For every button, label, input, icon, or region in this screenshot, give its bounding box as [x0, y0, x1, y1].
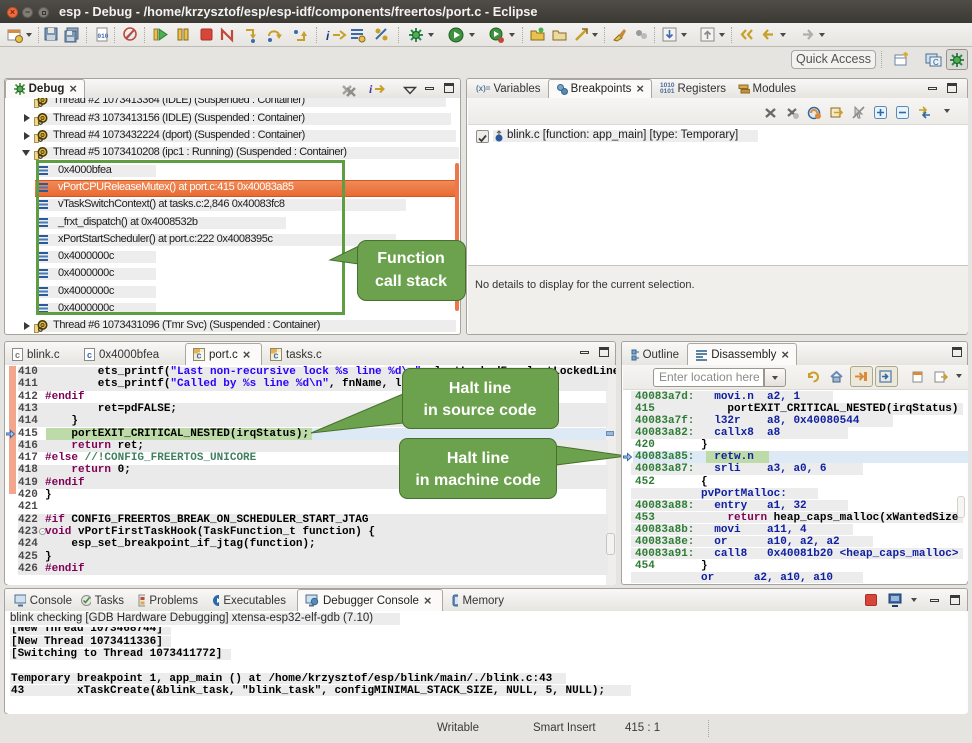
- svg-text:Function: Function: [377, 250, 445, 267]
- svg-text:i: i: [369, 82, 373, 95]
- svg-text:c: c: [274, 351, 279, 361]
- svg-text:in machine code: in machine code: [415, 472, 540, 489]
- svg-text:Halt line: Halt line: [449, 380, 511, 397]
- svg-text:call stack: call stack: [375, 273, 447, 290]
- svg-text:Halt line: Halt line: [447, 450, 509, 467]
- svg-text:C: C: [933, 58, 939, 67]
- svg-text:in source code: in source code: [424, 402, 537, 419]
- svg-text:c: c: [87, 350, 92, 360]
- svg-text:010: 010: [98, 33, 109, 40]
- svg-text:c: c: [197, 351, 202, 361]
- svg-text:c: c: [15, 350, 20, 360]
